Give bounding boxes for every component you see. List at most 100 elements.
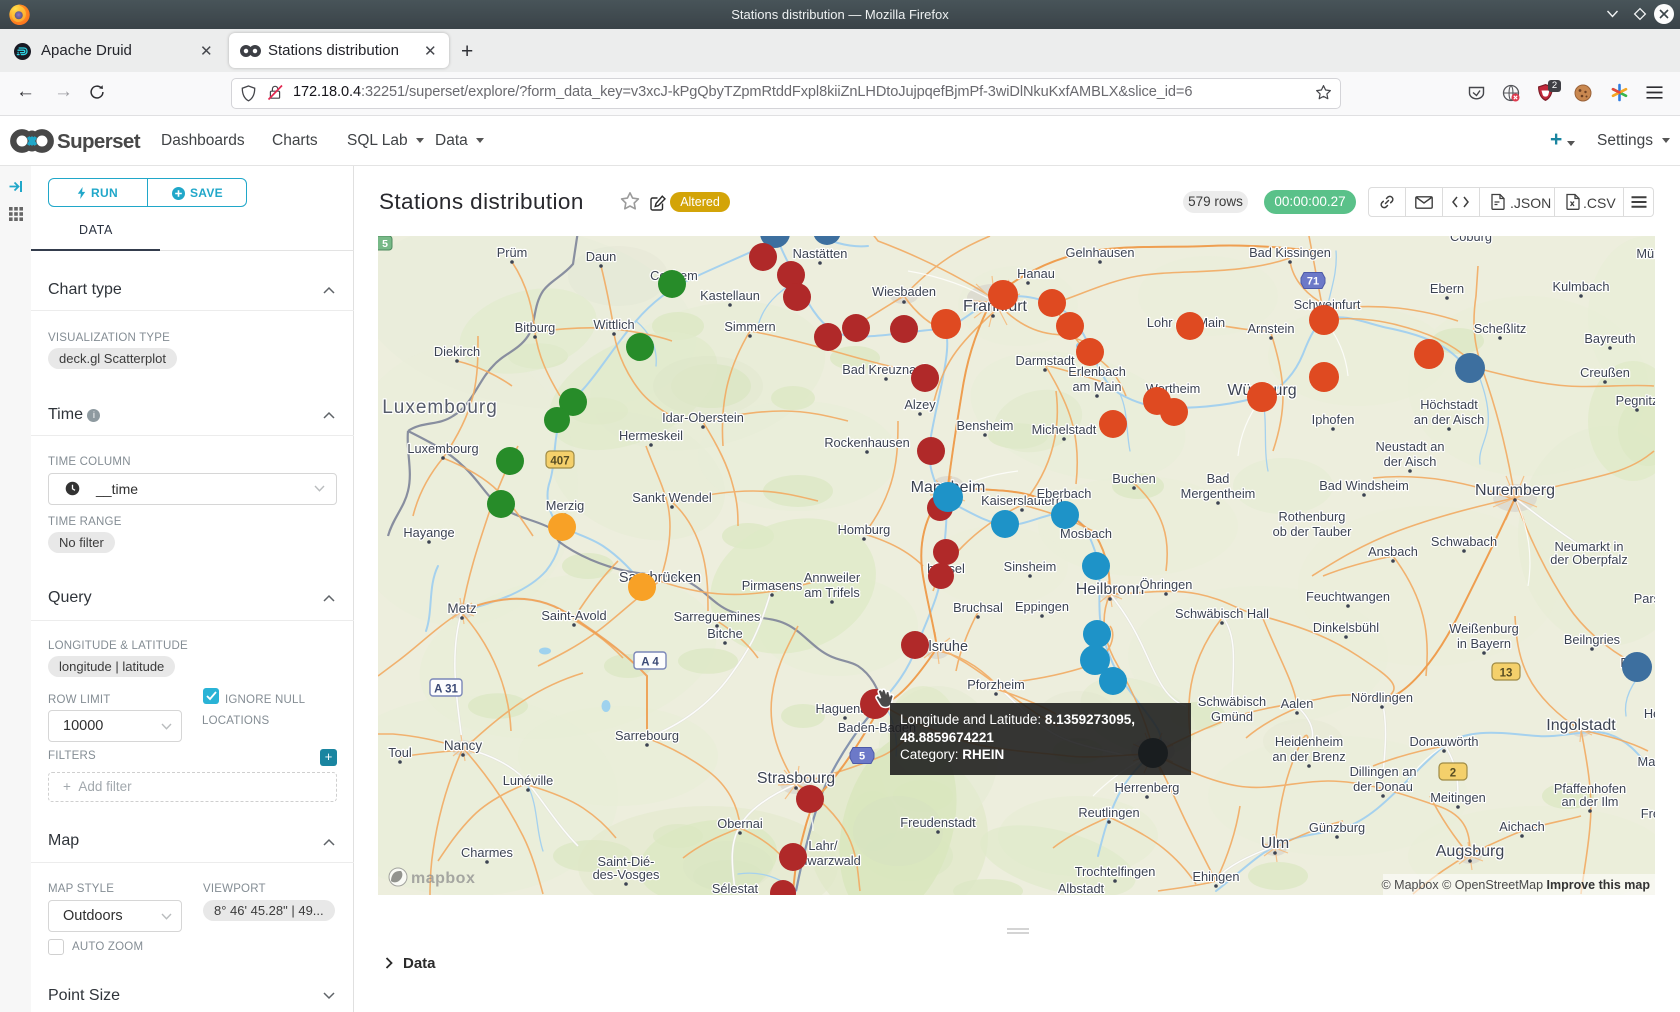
svg-text:mapbox: mapbox — [411, 870, 475, 887]
svg-text:Dinkelsbühl: Dinkelsbühl — [1313, 620, 1379, 635]
svg-text:Pegnitz: Pegnitz — [1616, 393, 1655, 408]
svg-text:Ulm: Ulm — [1261, 835, 1289, 852]
svg-text:der Aisch: der Aisch — [1384, 454, 1437, 469]
svg-text:Creußen: Creußen — [1580, 365, 1630, 380]
svg-text:5: 5 — [382, 238, 388, 250]
svg-text:Sarreguemines: Sarreguemines — [674, 609, 761, 624]
svg-text:Idar-Oberstein: Idar-Oberstein — [662, 410, 744, 425]
svg-text:an der Brenz: an der Brenz — [1272, 749, 1345, 764]
svg-text:Strasbourg: Strasbourg — [757, 770, 835, 787]
svg-text:Merzig: Merzig — [546, 498, 584, 513]
svg-text:Heidenheim: Heidenheim — [1275, 734, 1343, 749]
svg-text:Sinsheim: Sinsheim — [1004, 559, 1057, 574]
svg-text:Nuremberg: Nuremberg — [1475, 482, 1555, 499]
svg-text:Rockenhausen: Rockenhausen — [824, 435, 909, 450]
svg-text:Schwäbisch Hall: Schwäbisch Hall — [1175, 606, 1269, 621]
svg-text:Albstadt: Albstadt — [1058, 881, 1105, 895]
svg-text:in Bayern: in Bayern — [1457, 636, 1511, 651]
svg-text:71: 71 — [1307, 276, 1319, 288]
svg-text:der Donau: der Donau — [1353, 779, 1413, 794]
svg-text:Bad Windsheim: Bad Windsheim — [1319, 478, 1409, 493]
svg-text:5: 5 — [859, 751, 865, 763]
svg-text:ob der Tauber: ob der Tauber — [1273, 524, 1352, 539]
svg-text:Weißenburg: Weißenburg — [1449, 621, 1518, 636]
svg-text:Beilngries: Beilngries — [1564, 632, 1620, 647]
svg-text:Nördlingen: Nördlingen — [1351, 690, 1413, 705]
svg-text:Prüm: Prüm — [497, 245, 528, 260]
svg-text:Ingolstadt: Ingolstadt — [1546, 717, 1616, 734]
svg-text:Donauwörth: Donauwörth — [1409, 734, 1478, 749]
svg-text:Kulmbach: Kulmbach — [1553, 279, 1610, 294]
svg-text:Sarrebourg: Sarrebourg — [615, 728, 679, 743]
svg-text:Alzey: Alzey — [904, 397, 936, 412]
svg-text:Günzburg: Günzburg — [1309, 820, 1365, 835]
svg-text:Schwäbisch: Schwäbisch — [1198, 694, 1266, 709]
svg-text:Höchstadt: Höchstadt — [1420, 397, 1478, 412]
svg-text:Daun: Daun — [586, 249, 617, 264]
svg-text:der Oberpfalz: der Oberpfalz — [1550, 552, 1628, 567]
svg-text:Ansbach: Ansbach — [1368, 544, 1418, 559]
svg-text:407: 407 — [550, 456, 569, 468]
svg-text:A 4: A 4 — [641, 657, 659, 669]
svg-text:Sankt Wendel: Sankt Wendel — [632, 490, 711, 505]
svg-text:Nancy: Nancy — [444, 738, 483, 753]
svg-text:Mergentheim: Mergentheim — [1181, 486, 1256, 501]
svg-text:Arnstein: Arnstein — [1248, 321, 1295, 336]
svg-text:Bruchsal: Bruchsal — [953, 600, 1003, 615]
svg-text:Feuchtwangen: Feuchtwangen — [1306, 589, 1390, 604]
svg-text:Trochtelfingen: Trochtelfingen — [1075, 864, 1156, 879]
svg-text:Neustadt an: Neustadt an — [1375, 439, 1444, 454]
svg-text:2: 2 — [1450, 768, 1456, 780]
svg-text:Annweiler: Annweiler — [804, 570, 861, 585]
svg-text:Kastellaun: Kastellaun — [700, 288, 760, 303]
svg-text:Parsbe: Parsbe — [1634, 591, 1655, 606]
svg-text:am Main: am Main — [1072, 379, 1121, 394]
svg-text:Pirmasens: Pirmasens — [742, 578, 802, 593]
svg-text:Gelnhausen: Gelnhausen — [1065, 245, 1134, 260]
svg-text:Dillingen an: Dillingen an — [1350, 764, 1417, 779]
svg-text:© Mapbox © OpenStreetMap Impro: © Mapbox © OpenStreetMap Improve this ma… — [1381, 878, 1650, 892]
svg-text:He: He — [1644, 706, 1655, 721]
svg-text:Hayange: Hayange — [403, 525, 454, 540]
svg-text:Herrenberg: Herrenberg — [1115, 780, 1180, 795]
svg-text:des-Vosges: des-Vosges — [593, 867, 660, 882]
svg-text:Metz: Metz — [447, 601, 477, 616]
svg-text:Nastätten: Nastätten — [793, 246, 848, 261]
svg-text:Heilbronn: Heilbronn — [1076, 581, 1144, 598]
svg-text:Bitche: Bitche — [707, 626, 743, 641]
svg-text:Toul: Toul — [388, 745, 411, 760]
svg-text:Bitburg: Bitburg — [515, 320, 556, 335]
svg-text:Hanau: Hanau — [1017, 266, 1055, 281]
svg-text:Aichach: Aichach — [1499, 819, 1545, 834]
svg-text:Reutlingen: Reutlingen — [1078, 805, 1139, 820]
svg-text:Meitingen: Meitingen — [1430, 790, 1486, 805]
svg-text:13: 13 — [1500, 668, 1513, 680]
svg-text:Pforzheim: Pforzheim — [967, 677, 1025, 692]
svg-text:Saint-Avold: Saint-Avold — [541, 608, 606, 623]
svg-text:an der Aisch: an der Aisch — [1414, 412, 1484, 427]
svg-text:Homburg: Homburg — [838, 522, 891, 537]
svg-text:Eberbach: Eberbach — [1037, 486, 1092, 501]
svg-text:Bayreuth: Bayreuth — [1584, 331, 1635, 346]
svg-text:Sélestat: Sélestat — [712, 881, 759, 895]
svg-text:Münc: Münc — [1636, 246, 1655, 261]
svg-text:Bad: Bad — [1207, 471, 1230, 486]
svg-text:Eppingen: Eppingen — [1015, 599, 1069, 614]
svg-text:am Trifels: am Trifels — [804, 585, 859, 600]
svg-text:Simmern: Simmern — [724, 319, 775, 334]
svg-text:Öhringen: Öhringen — [1140, 577, 1193, 592]
svg-text:Hermeskeil: Hermeskeil — [619, 428, 683, 443]
svg-text:Diekirch: Diekirch — [434, 344, 480, 359]
svg-text:Iphofen: Iphofen — [1312, 412, 1355, 427]
svg-text:Augsburg: Augsburg — [1436, 843, 1505, 860]
svg-text:Darmstadt: Darmstadt — [1015, 353, 1074, 368]
svg-text:Aalen: Aalen — [1281, 696, 1314, 711]
svg-text:Freis: Freis — [1641, 806, 1655, 821]
svg-text:Luxembourg: Luxembourg — [382, 397, 498, 418]
svg-text:Gmünd: Gmünd — [1211, 709, 1253, 724]
svg-text:Freudenstadt: Freudenstadt — [900, 815, 976, 830]
svg-text:A 31: A 31 — [434, 684, 458, 696]
svg-text:Coburg: Coburg — [1450, 236, 1492, 244]
svg-text:Michelstadt: Michelstadt — [1032, 422, 1097, 437]
svg-text:Obernai: Obernai — [717, 816, 763, 831]
